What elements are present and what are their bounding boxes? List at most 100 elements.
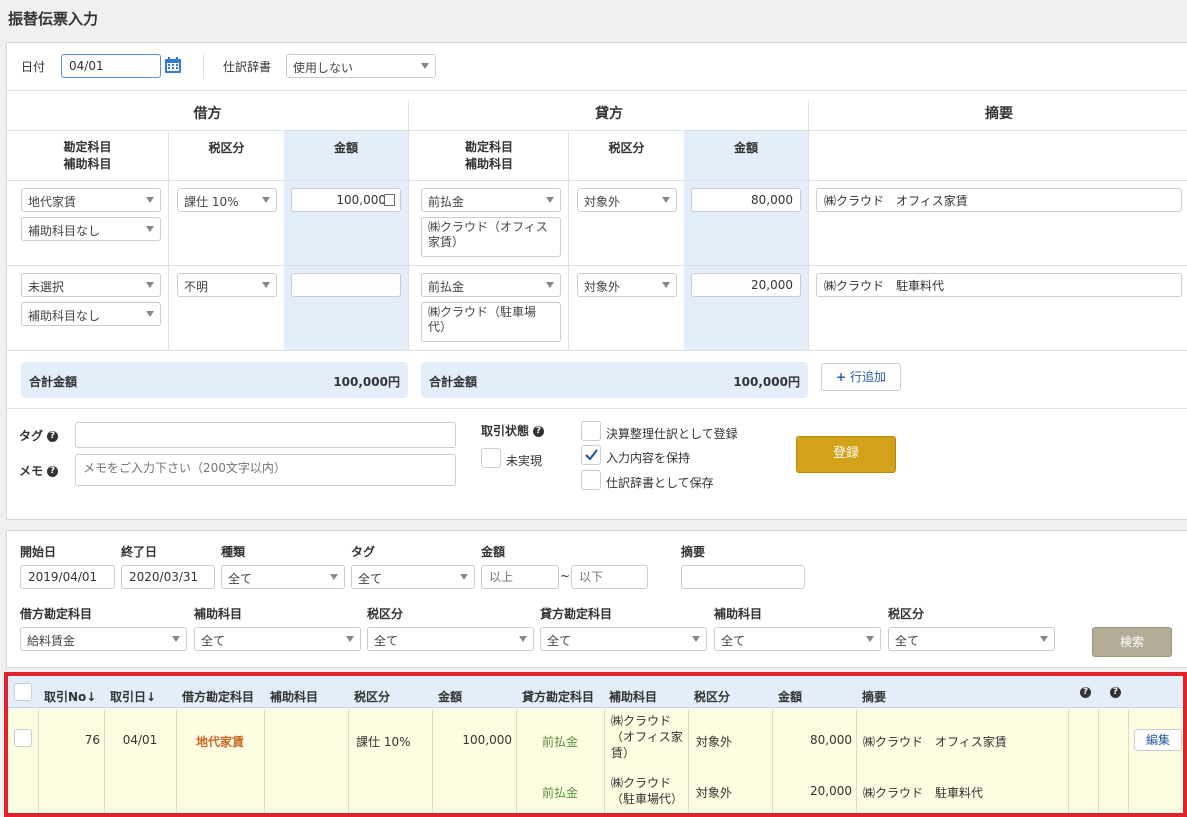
credit-tax-select[interactable]: 対象外 [577, 273, 677, 297]
debit-amount-header: 金額 [333, 141, 358, 155]
credit-tax-filter-label: 税区分 [888, 607, 925, 621]
chevron-down-icon [519, 636, 527, 642]
chevron-down-icon [546, 197, 554, 203]
date-input[interactable] [61, 54, 161, 78]
chevron-down-icon [460, 574, 468, 580]
chevron-down-icon [662, 197, 670, 203]
credit-account-filter-label: 貸方勘定科目 [540, 607, 613, 621]
results-table: 取引No↓ 取引日↓ 借方勘定科目 補助科目 税区分 金額 貸方勘定科目 補助科… [4, 672, 1187, 817]
credit-tax-filter-select[interactable]: 全て [888, 627, 1055, 651]
memo-header: 摘要 [985, 106, 1013, 122]
debit-sub-filter-label: 補助科目 [194, 607, 243, 621]
help-icon[interactable]: ? [533, 426, 545, 437]
debit-tax-filter-label: 税区分 [367, 607, 404, 621]
unrealized-checkbox[interactable] [481, 448, 501, 468]
amount-separator: ~ [560, 569, 571, 583]
end-date-input[interactable] [121, 565, 215, 589]
page-title: 振替伝票入力 [8, 10, 99, 28]
debit-tax-header: 税区分 [208, 141, 245, 155]
debit-amount-input[interactable] [291, 273, 401, 297]
debit-sub-filter-select[interactable]: 全て [194, 627, 361, 651]
closing-label: 決算整理仕訳として登録 [606, 427, 738, 441]
date-label: 日付 [21, 60, 46, 74]
credit-amount-input[interactable] [691, 188, 801, 212]
chevron-down-icon [346, 636, 354, 642]
debit-sub-select[interactable]: 補助科目なし [21, 302, 161, 326]
debit-total: 合計金額 100,000円 [21, 362, 408, 398]
save-dictionary-label: 仕訳辞書として保存 [606, 476, 714, 490]
chevron-down-icon [146, 197, 154, 203]
credit-amount-header: 金額 [733, 141, 758, 155]
amount-filter-label: 金額 [481, 545, 506, 559]
debit-sub-select[interactable]: 補助科目なし [21, 217, 161, 241]
credit-account-select[interactable]: 前払金 [421, 273, 561, 297]
help-icon[interactable]: ? [47, 431, 59, 442]
unrealized-label: 未実現 [506, 454, 543, 468]
debit-account-select[interactable]: 未選択 [21, 273, 161, 297]
tag-input[interactable] [75, 422, 456, 448]
register-button[interactable]: 登録 [796, 436, 896, 473]
keep-input-checkbox[interactable] [581, 445, 601, 465]
amount-min-input[interactable] [481, 565, 559, 589]
memo-label: メモ? [19, 462, 59, 479]
debit-account-header: 勘定科目 補助科目 [63, 140, 112, 171]
chevron-down-icon [546, 282, 554, 288]
memo-filter-label: 摘要 [681, 545, 706, 559]
save-dictionary-checkbox[interactable] [581, 470, 601, 490]
chevron-down-icon [692, 636, 700, 642]
memo-filter-input[interactable] [681, 565, 805, 589]
debit-tax-select[interactable]: 不明 [177, 273, 277, 297]
amount-max-input[interactable] [571, 565, 648, 589]
credit-total: 合計金額 100,000円 [421, 362, 808, 398]
debit-account-filter-label: 借方勘定科目 [20, 607, 93, 621]
memo-input[interactable] [816, 188, 1182, 212]
keep-input-label: 入力内容を保持 [606, 451, 691, 465]
tag-filter-select[interactable]: 全て [351, 565, 475, 589]
dictionary-select[interactable]: 使用しない [286, 54, 436, 78]
calculator-icon[interactable] [384, 194, 395, 206]
memo-textarea[interactable] [75, 454, 456, 486]
type-label: 種類 [221, 545, 246, 559]
credit-header: 貸方 [595, 106, 623, 122]
closing-checkbox[interactable] [581, 421, 601, 441]
credit-account-select[interactable]: 前払金 [421, 188, 561, 212]
tag-filter-label: タグ [351, 545, 376, 559]
chevron-down-icon [172, 636, 180, 642]
end-date-label: 終了日 [121, 545, 158, 559]
credit-sub-filter-select[interactable]: 全て [714, 627, 881, 651]
memo-input[interactable] [816, 273, 1182, 297]
chevron-down-icon [330, 574, 338, 580]
selection-highlight [4, 672, 1187, 817]
chevron-down-icon [146, 282, 154, 288]
plus-icon: + [836, 370, 847, 384]
chevron-down-icon [146, 226, 154, 232]
credit-account-filter-select[interactable]: 全て [540, 627, 707, 651]
credit-sub-select[interactable]: ㈱クラウド（駐車場代） [421, 302, 561, 342]
start-date-label: 開始日 [20, 545, 57, 559]
chevron-down-icon [262, 197, 270, 203]
credit-sub-filter-label: 補助科目 [714, 607, 763, 621]
credit-account-header: 勘定科目 補助科目 [464, 140, 513, 171]
dictionary-label: 仕訳辞書 [223, 60, 272, 74]
credit-amount-input[interactable] [691, 273, 801, 297]
journal-entry-panel: 日付 仕訳辞書 使用しない 借方 貸方 摘要 勘定科目補助科目 税区分 金額 勘… [6, 42, 1187, 520]
chevron-down-icon [262, 282, 270, 288]
calendar-icon[interactable] [164, 56, 182, 74]
chevron-down-icon [421, 63, 429, 69]
checkmark-icon [585, 449, 598, 461]
type-select[interactable]: 全て [221, 565, 345, 589]
add-row-button[interactable]: + 行追加 [821, 363, 901, 391]
help-icon[interactable]: ? [47, 466, 59, 477]
chevron-down-icon [1040, 636, 1048, 642]
search-button[interactable]: 検索 [1092, 627, 1172, 657]
debit-tax-select[interactable]: 課仕 10% [177, 188, 277, 212]
chevron-down-icon [662, 282, 670, 288]
debit-header: 借方 [193, 106, 222, 122]
start-date-input[interactable] [20, 565, 115, 589]
credit-tax-select[interactable]: 対象外 [577, 188, 677, 212]
debit-tax-filter-select[interactable]: 全て [367, 627, 534, 651]
debit-account-select[interactable]: 地代家賃 [21, 188, 161, 212]
credit-sub-select[interactable]: ㈱クラウド（オフィス家賃） [421, 217, 561, 257]
debit-account-filter-select[interactable]: 給料賃金 [20, 627, 187, 651]
credit-tax-header: 税区分 [608, 141, 645, 155]
